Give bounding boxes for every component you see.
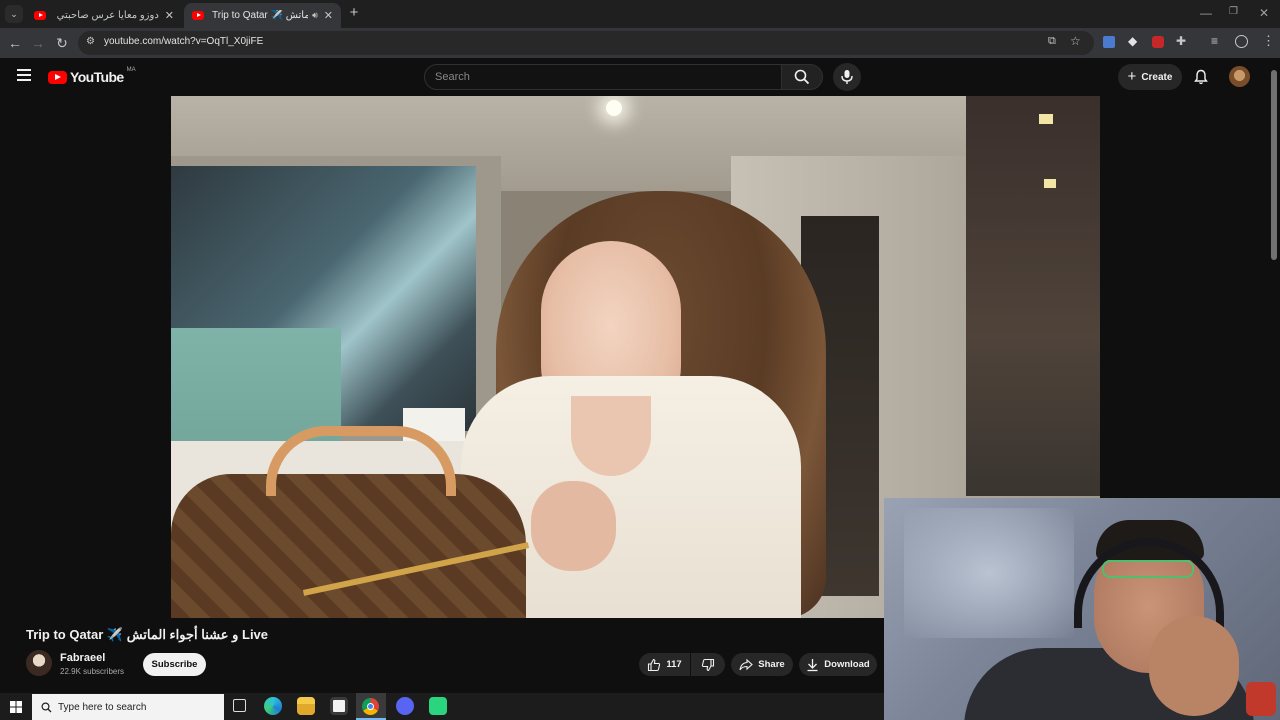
search-icon xyxy=(794,69,810,85)
video-frame-bag-handle xyxy=(266,426,456,496)
discord-icon[interactable] xyxy=(396,697,414,715)
windows-taskbar: Type here to search xyxy=(0,693,884,720)
file-explorer-icon[interactable] xyxy=(297,697,315,715)
chrome-menu-icon[interactable]: ⋮ xyxy=(1262,33,1275,49)
share-label: Share xyxy=(758,659,785,670)
dislike-button[interactable] xyxy=(691,653,725,676)
minimize-icon[interactable]: — xyxy=(1200,6,1212,20)
channel-avatar[interactable] xyxy=(26,650,52,676)
install-app-icon[interactable]: ⧉ xyxy=(1048,35,1056,48)
create-label: Create xyxy=(1141,71,1173,83)
video-frame-neck xyxy=(571,396,651,476)
close-tab-icon[interactable]: ✕ xyxy=(165,9,174,22)
plus-icon: + xyxy=(1127,68,1137,85)
tab-title: Trip to Qatar ✈️ و عشنا أجواء الماتش xyxy=(212,10,309,21)
browser-tab-2[interactable]: Trip to Qatar ✈️ و عشنا أجواء الماتش 🔊︎ … xyxy=(184,3,341,28)
restore-icon[interactable]: ❐ xyxy=(1229,6,1238,17)
subscribe-button[interactable]: Subscribe xyxy=(143,653,206,676)
youtube-play-icon xyxy=(48,70,67,84)
site-info-icon[interactable]: ⚙ xyxy=(86,36,95,47)
download-button[interactable]: Download xyxy=(799,653,877,676)
like-button[interactable]: 117 xyxy=(639,653,690,676)
taskbar-search-placeholder: Type here to search xyxy=(58,701,147,713)
search-input[interactable]: Search xyxy=(424,64,782,90)
task-view-icon[interactable] xyxy=(233,699,246,712)
tab-search-dropdown[interactable]: ⌄ xyxy=(5,5,23,23)
youtube-logo[interactable]: YouTube MA xyxy=(48,67,136,85)
video-frame-city-light xyxy=(1044,179,1056,188)
plus-icon: + xyxy=(349,4,359,21)
windows-start-icon[interactable] xyxy=(10,701,22,713)
search-button[interactable] xyxy=(781,64,823,90)
share-arrow-icon xyxy=(739,658,754,670)
youtube-favicon-icon xyxy=(192,11,204,20)
video-frame-window-far xyxy=(966,96,1100,496)
streaming-app-icon[interactable] xyxy=(429,697,447,715)
chrome-icon xyxy=(362,698,379,715)
extensions-puzzle-icon[interactable]: ✚ xyxy=(1176,34,1186,48)
url-text: youtube.com/watch?v=OqTl_X0jiFE xyxy=(104,36,264,47)
back-icon[interactable]: ← xyxy=(6,34,24,52)
edge-browser-icon[interactable] xyxy=(264,697,282,715)
channel-name[interactable]: Fabraeel xyxy=(60,652,105,664)
forward-icon[interactable]: → xyxy=(29,34,47,52)
close-tab-icon[interactable]: ✕ xyxy=(324,9,333,22)
new-tab-button[interactable]: + xyxy=(345,4,363,22)
webcam-overlay xyxy=(884,498,1280,720)
taskbar-search-input[interactable]: Type here to search xyxy=(32,694,224,720)
search-icon xyxy=(41,702,52,713)
page-scrollbar[interactable] xyxy=(1271,70,1277,260)
account-avatar[interactable] xyxy=(1229,66,1250,87)
like-count: 117 xyxy=(666,659,682,670)
logo-text: YouTube xyxy=(70,69,124,85)
download-icon xyxy=(807,658,818,671)
webcam-light-patch xyxy=(904,508,1074,638)
hamburger-menu-icon[interactable] xyxy=(17,69,31,81)
microsoft-store-icon[interactable] xyxy=(330,697,348,715)
country-code: MA xyxy=(126,67,136,73)
subscriber-count: 22.9K subscribers xyxy=(60,667,125,676)
extension-diamond-icon[interactable]: ◆ xyxy=(1128,34,1137,48)
tab-title: دوزو معايا عرس صاحبتي🌷🎗️حب xyxy=(54,10,159,21)
extension-red-icon[interactable] xyxy=(1152,36,1164,48)
chevron-down-icon: ⌄ xyxy=(10,9,18,19)
translate-extension-icon[interactable] xyxy=(1103,36,1115,48)
webcam-corner-sticker xyxy=(1246,682,1276,716)
video-frame-ceiling-light xyxy=(606,100,622,116)
search-placeholder: Search xyxy=(435,71,470,83)
reload-icon[interactable]: ↻ xyxy=(53,34,71,52)
webcam-glasses xyxy=(1102,560,1194,578)
voice-search-button[interactable] xyxy=(833,63,861,91)
browser-tab-strip: ⌄ دوزو معايا عرس صاحبتي🌷🎗️حب ✕ Trip to Q… xyxy=(0,0,1280,28)
thumbs-up-icon xyxy=(648,658,661,671)
download-label: Download xyxy=(824,659,870,670)
video-frame-city-light xyxy=(1039,114,1053,124)
speaker-icon[interactable]: 🔊︎ xyxy=(312,10,318,21)
video-title: Trip to Qatar ✈️ و عشنا أجواء الماتش Liv… xyxy=(26,627,269,642)
webcam-hand xyxy=(1149,616,1239,716)
share-button[interactable]: Share xyxy=(731,653,793,676)
create-button[interactable]: + Create xyxy=(1118,64,1182,90)
video-frame-hand xyxy=(531,481,616,571)
address-bar[interactable]: ⚙ youtube.com/watch?v=OqTl_X0jiFE ⧉ ☆ xyxy=(78,31,1094,55)
close-window-icon[interactable]: ✕ xyxy=(1259,6,1269,20)
youtube-masthead: YouTube MA Search + Create xyxy=(0,58,1280,96)
microphone-icon xyxy=(841,70,853,84)
bookmark-star-icon[interactable]: ☆ xyxy=(1070,34,1081,48)
profile-icon[interactable] xyxy=(1235,35,1248,48)
youtube-favicon-icon xyxy=(34,11,46,20)
media-controls-icon[interactable]: ≡ xyxy=(1211,34,1218,48)
browser-toolbar: ← → ↻ ⚙ youtube.com/watch?v=OqTl_X0jiFE … xyxy=(0,28,1280,58)
notifications-bell-icon[interactable] xyxy=(1193,69,1209,85)
thumbs-down-icon xyxy=(701,658,715,671)
chrome-taskbar-button[interactable] xyxy=(356,693,386,720)
browser-tab-1[interactable]: دوزو معايا عرس صاحبتي🌷🎗️حب ✕ xyxy=(26,3,182,28)
